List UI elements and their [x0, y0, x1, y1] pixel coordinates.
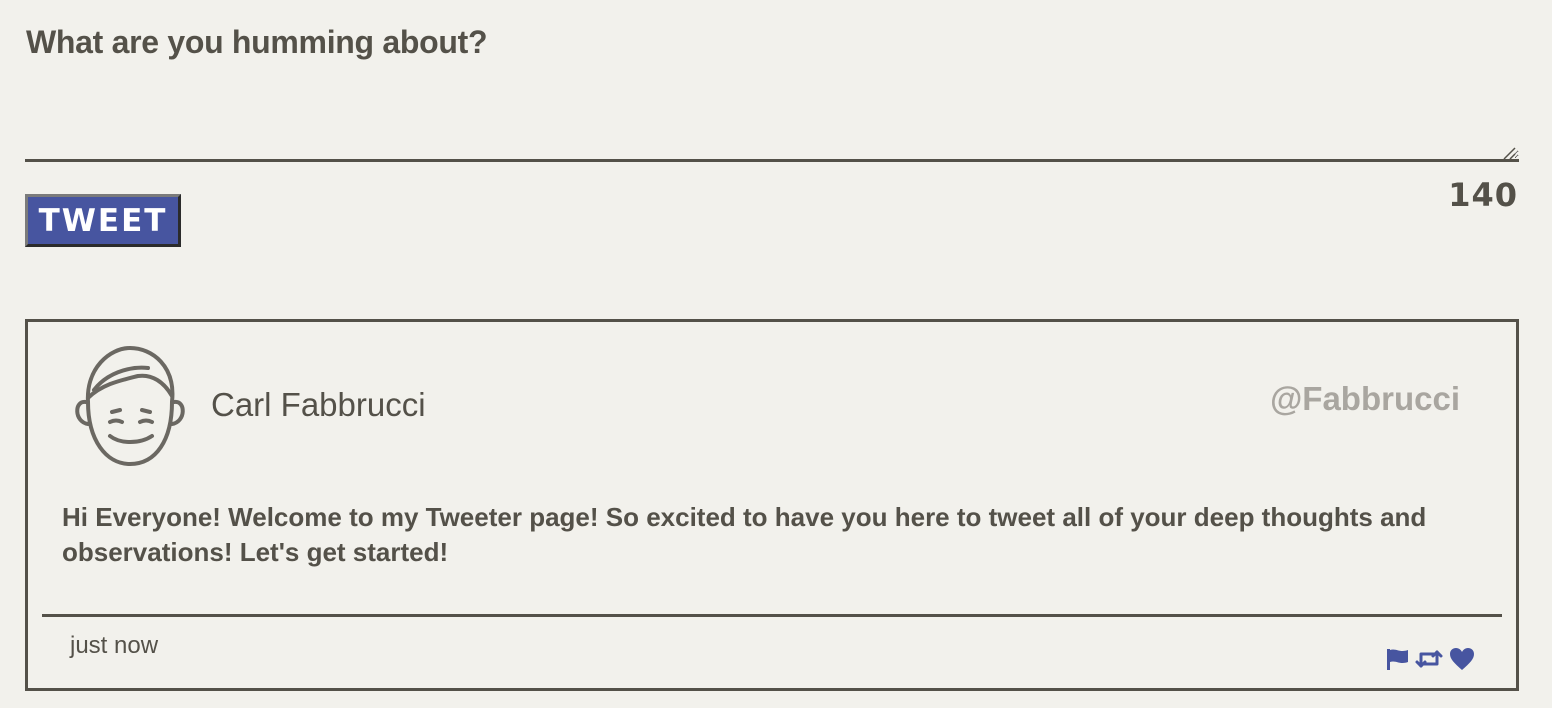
flag-icon[interactable]	[1384, 646, 1410, 672]
retweet-icon[interactable]	[1414, 646, 1444, 672]
resize-grip-icon[interactable]	[1500, 144, 1516, 160]
char-counter: 140	[1448, 176, 1518, 214]
display-name: Carl Fabbrucci	[211, 386, 426, 423]
compose-label: What are you humming about?	[26, 24, 488, 60]
tweet-button[interactable]: TWEET	[25, 194, 181, 247]
timestamp: just now	[70, 632, 159, 659]
tweet-card: Carl Fabbrucci @Fabbrucci Hi Everyone! W…	[25, 319, 1519, 691]
compose-textarea[interactable]	[25, 80, 1519, 162]
user-handle: @Fabbrucci	[1270, 380, 1460, 417]
heart-icon[interactable]	[1448, 646, 1476, 672]
tweet-actions	[1384, 646, 1476, 672]
avatar-icon	[75, 345, 185, 467]
tweet-body: Hi Everyone! Welcome to my Tweeter page!…	[62, 502, 1427, 567]
card-divider	[42, 614, 1502, 617]
